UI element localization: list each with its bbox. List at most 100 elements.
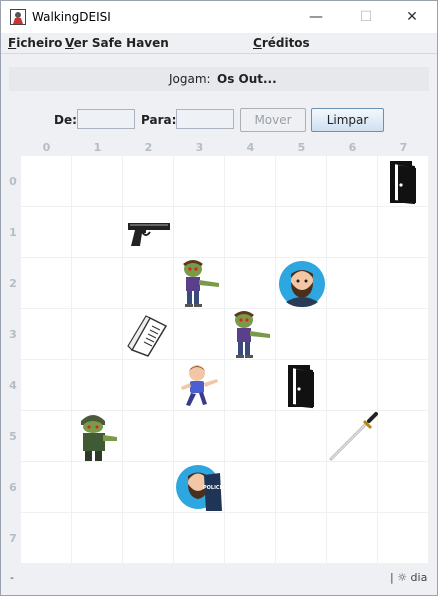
from-input[interactable] xyxy=(77,109,135,129)
board-cell[interactable] xyxy=(21,360,72,411)
column-label: 2 xyxy=(144,141,153,154)
row-label: 0 xyxy=(9,175,17,188)
board-cell[interactable] xyxy=(378,411,429,462)
status-left: - xyxy=(10,571,14,584)
board-cell[interactable] xyxy=(225,258,276,309)
board-cell[interactable] xyxy=(72,360,123,411)
door-icon[interactable] xyxy=(282,363,322,412)
board-cell[interactable] xyxy=(225,360,276,411)
row-label: 7 xyxy=(9,532,17,545)
to-input[interactable] xyxy=(176,109,234,129)
child-icon[interactable] xyxy=(177,363,223,412)
board-cell[interactable] xyxy=(276,309,327,360)
to-label: Para: xyxy=(141,113,177,127)
current-players-panel: Jogam: Os Out... xyxy=(9,67,429,91)
board-cell[interactable] xyxy=(276,513,327,564)
board-cell[interactable] xyxy=(378,258,429,309)
board-cell[interactable] xyxy=(72,156,123,207)
pistol-icon[interactable] xyxy=(126,218,172,251)
door-icon[interactable] xyxy=(384,159,424,208)
board-cell[interactable] xyxy=(21,462,72,513)
minimize-button[interactable]: — xyxy=(293,1,339,33)
board-cell[interactable] xyxy=(123,156,174,207)
app-icon xyxy=(10,9,26,25)
menu-creditos[interactable]: Créditos xyxy=(253,36,310,50)
board-cell[interactable] xyxy=(123,411,174,462)
row-label: 6 xyxy=(9,481,17,494)
board-cell[interactable] xyxy=(174,207,225,258)
zombie-icon[interactable] xyxy=(228,310,274,363)
row-label: 5 xyxy=(9,430,17,443)
title-bar: WalkingDEISI — ☐ ✕ xyxy=(1,1,437,33)
board-cell[interactable] xyxy=(21,258,72,309)
board-cell[interactable] xyxy=(327,513,378,564)
players-value: Os Out... xyxy=(217,72,277,86)
board-cell[interactable] xyxy=(21,156,72,207)
app-window: WalkingDEISI — ☐ ✕ Ficheiro Ver Safe Hav… xyxy=(0,0,438,596)
board-cell[interactable] xyxy=(21,207,72,258)
board-cell[interactable] xyxy=(72,462,123,513)
board-cell[interactable] xyxy=(225,462,276,513)
board-cell[interactable] xyxy=(21,513,72,564)
maximize-button[interactable]: ☐ xyxy=(343,1,389,33)
column-label: 4 xyxy=(246,141,255,154)
menu-ver-safe-haven[interactable]: Ver Safe Haven xyxy=(65,36,169,50)
column-label: 3 xyxy=(195,141,204,154)
from-label: De: xyxy=(54,113,77,127)
board-cell[interactable] xyxy=(378,309,429,360)
board-cell[interactable] xyxy=(21,411,72,462)
board-cell[interactable] xyxy=(72,513,123,564)
board-cell[interactable] xyxy=(378,513,429,564)
board-cell[interactable] xyxy=(276,207,327,258)
police-human-icon[interactable]: POLICE xyxy=(174,463,226,516)
board-cell[interactable] xyxy=(225,156,276,207)
soldier-zombie-icon[interactable] xyxy=(73,411,123,466)
bearded-man-avatar[interactable] xyxy=(278,260,326,311)
column-label: 5 xyxy=(297,141,306,154)
board-cell[interactable] xyxy=(276,411,327,462)
clear-button[interactable]: Limpar xyxy=(311,108,384,132)
row-label: 2 xyxy=(9,277,17,290)
board-cell[interactable] xyxy=(225,207,276,258)
board-cell[interactable] xyxy=(276,156,327,207)
board-cell[interactable] xyxy=(327,360,378,411)
board-cell[interactable] xyxy=(72,207,123,258)
move-button[interactable]: Mover xyxy=(240,108,306,132)
board-cell[interactable] xyxy=(174,411,225,462)
game-board[interactable]: POLICE xyxy=(21,156,429,564)
katana-icon[interactable] xyxy=(327,411,379,466)
column-label: 1 xyxy=(93,141,102,154)
board-cell[interactable] xyxy=(174,309,225,360)
board-cell[interactable] xyxy=(72,258,123,309)
board-cell[interactable] xyxy=(123,258,174,309)
board-cell[interactable] xyxy=(174,156,225,207)
board-cell[interactable] xyxy=(123,360,174,411)
column-label: 0 xyxy=(42,141,51,154)
newspaper-icon[interactable] xyxy=(126,312,172,361)
day-night-status: | ☼ dia xyxy=(390,571,428,584)
board-cell[interactable] xyxy=(174,513,225,564)
board-cell[interactable] xyxy=(123,513,174,564)
board-cell[interactable] xyxy=(378,462,429,513)
close-button[interactable]: ✕ xyxy=(389,1,435,33)
row-label: 1 xyxy=(9,226,17,239)
board-cell[interactable] xyxy=(225,513,276,564)
board-cell[interactable] xyxy=(327,309,378,360)
board-cell[interactable] xyxy=(327,156,378,207)
board-cell[interactable] xyxy=(123,462,174,513)
board-cell[interactable] xyxy=(378,207,429,258)
column-label: 7 xyxy=(399,141,408,154)
menu-bar: Ficheiro Ver Safe Haven Créditos xyxy=(1,33,437,54)
zombie-icon[interactable] xyxy=(177,259,223,312)
board-cell[interactable] xyxy=(378,360,429,411)
menu-ficheiro[interactable]: Ficheiro xyxy=(8,36,62,50)
board-cell[interactable] xyxy=(225,411,276,462)
board-cell[interactable] xyxy=(327,258,378,309)
players-label: Jogam: xyxy=(169,72,211,86)
board-cell[interactable] xyxy=(21,309,72,360)
column-label: 6 xyxy=(348,141,357,154)
board-cell[interactable] xyxy=(327,207,378,258)
board-cell[interactable] xyxy=(72,309,123,360)
board-cell[interactable] xyxy=(327,462,378,513)
board-cell[interactable] xyxy=(276,462,327,513)
